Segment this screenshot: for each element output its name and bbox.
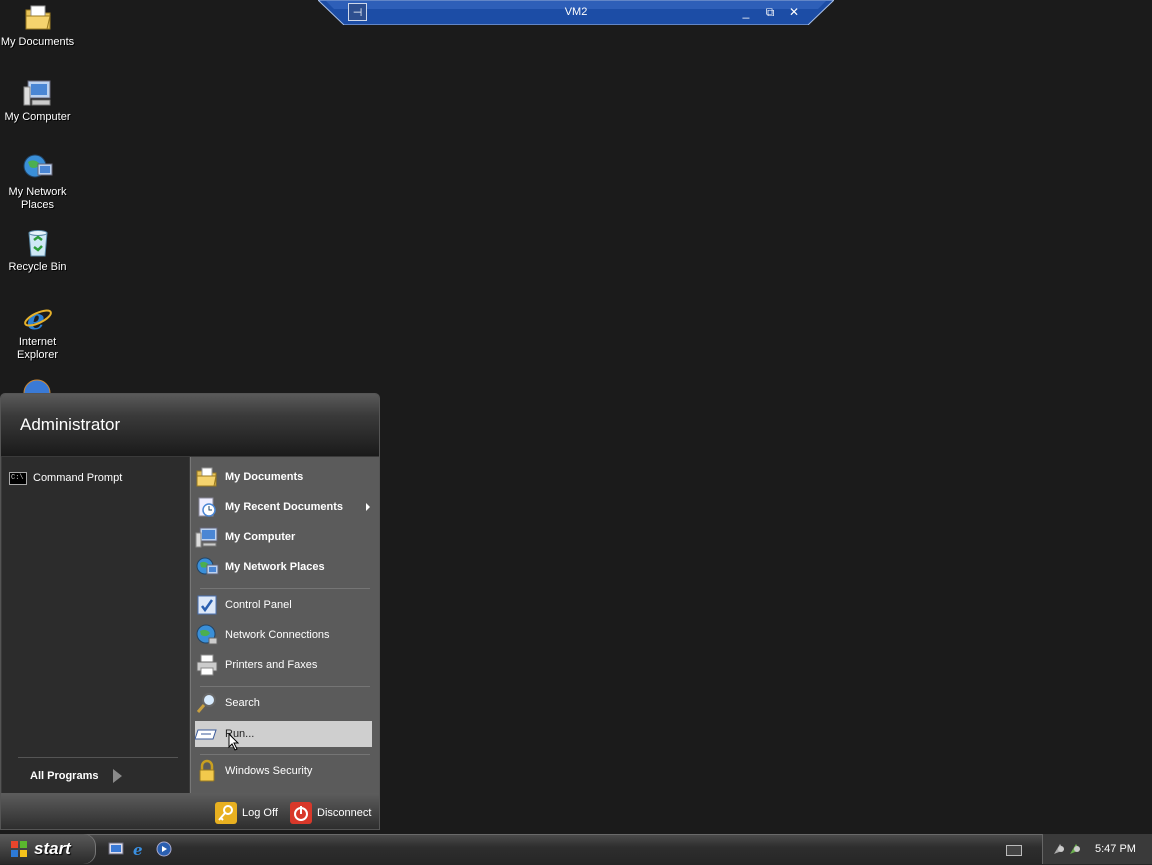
network-tray-icon[interactable]	[1052, 842, 1084, 856]
menu-item-my-computer[interactable]: My Computer	[195, 524, 372, 550]
desktop-icon-label: My Computer	[4, 111, 71, 123]
menu-item-control-panel[interactable]: Control Panel	[195, 592, 372, 618]
key-icon	[215, 802, 237, 824]
my-computer-icon	[22, 77, 54, 109]
menu-item-label: My Computer	[225, 531, 296, 543]
menu-item-label: Windows Security	[225, 765, 313, 777]
my-network-places-icon	[22, 152, 54, 184]
clock[interactable]: 5:47 PM	[1095, 843, 1136, 855]
menu-item-label: Search	[225, 697, 260, 709]
menu-item-run[interactable]: Run...	[194, 721, 372, 747]
desktop-icon-my-documents[interactable]: My Documents	[0, 2, 75, 49]
arrow-right-icon	[113, 769, 123, 783]
desktop-icon-label: Recycle Bin	[8, 261, 67, 273]
remote-session-title: VM2	[564, 6, 588, 18]
desktop-icon-label: Internet Explorer	[17, 336, 58, 361]
desktop-icon-recycle-bin[interactable]: Recycle Bin	[0, 227, 75, 274]
log-off-label: Log Off	[242, 807, 278, 819]
restore-button[interactable]: ⧉	[762, 4, 778, 20]
control-panel-icon	[195, 593, 219, 617]
pinned-item-label: Command Prompt	[33, 472, 123, 484]
menu-item-network-connections[interactable]: Network Connections	[195, 622, 372, 648]
divider	[200, 686, 370, 687]
run-icon	[194, 722, 219, 746]
desktop-icon-my-network-places[interactable]: My Network Places	[0, 152, 75, 212]
search-icon	[195, 691, 219, 715]
menu-item-label: Printers and Faxes	[225, 659, 318, 671]
menu-item-printers-and-faxes[interactable]: Printers and Faxes	[195, 652, 372, 678]
desktop-icon-label: My Documents	[0, 36, 75, 48]
command-prompt-icon: C:\	[9, 471, 27, 485]
internet-explorer-icon: e	[22, 302, 54, 336]
internet-explorer-icon[interactable]: e	[132, 841, 148, 859]
divider	[18, 757, 178, 758]
menu-item-label: My Recent Documents	[225, 501, 343, 513]
taskbar	[0, 834, 1152, 865]
menu-item-label: My Documents	[225, 471, 304, 483]
remote-desktop-bar[interactable]: ⊣ VM2 _ ⧉ ✕	[318, 0, 834, 25]
lock-icon	[195, 759, 219, 783]
user-name: Administrator	[20, 415, 121, 434]
log-off-button[interactable]: Log Off	[215, 801, 278, 825]
menu-item-my-recent-documents[interactable]: My Recent Documents	[195, 494, 372, 520]
menu-item-my-network-places[interactable]: My Network Places	[195, 554, 372, 580]
start-button[interactable]: start	[0, 834, 96, 864]
menu-item-label: My Network Places	[225, 561, 325, 573]
menu-item-search[interactable]: Search	[195, 690, 372, 716]
mouse-cursor-icon	[228, 732, 240, 756]
divider	[200, 754, 370, 755]
all-programs-button[interactable]: All Programs	[30, 769, 123, 783]
menu-item-label: Control Panel	[225, 599, 292, 611]
windows-logo-icon	[10, 840, 28, 858]
menu-item-label: Network Connections	[225, 629, 330, 641]
pinned-programs-pane	[2, 457, 189, 793]
disconnect-button[interactable]: Disconnect	[290, 801, 371, 825]
recycle-bin-icon	[22, 227, 54, 259]
pinned-item-command-prompt[interactable]: C:\ Command Prompt	[9, 469, 122, 487]
disconnect-label: Disconnect	[317, 807, 372, 819]
media-player-icon[interactable]	[156, 841, 172, 857]
my-documents-icon	[22, 2, 54, 34]
recent-documents-icon	[195, 495, 219, 519]
my-documents-icon	[195, 465, 219, 489]
submenu-arrow-icon	[366, 503, 370, 511]
start-label: start	[34, 839, 71, 858]
divider	[200, 588, 370, 589]
menu-item-my-documents[interactable]: My Documents	[195, 464, 372, 490]
svg-text:e: e	[27, 303, 45, 334]
show-desktop-icon[interactable]	[108, 841, 124, 857]
desktop-icon-internet-explorer[interactable]: e Internet Explorer	[0, 302, 75, 362]
network-connections-icon	[195, 623, 219, 647]
svg-text:e: e	[133, 841, 143, 857]
close-button[interactable]: ✕	[786, 4, 802, 20]
desktop-icon-label: My Network Places	[8, 186, 67, 211]
my-network-places-icon	[195, 555, 219, 579]
my-computer-icon	[195, 525, 219, 549]
all-programs-label: All Programs	[30, 770, 99, 782]
desktop-icon-my-computer[interactable]: My Computer	[0, 77, 75, 124]
start-menu-header: Administrator	[1, 394, 379, 456]
keyboard-icon[interactable]	[1006, 845, 1022, 856]
power-icon	[290, 802, 312, 824]
menu-item-windows-security[interactable]: Windows Security	[195, 758, 372, 784]
minimize-button[interactable]: _	[738, 4, 754, 20]
printers-faxes-icon	[195, 653, 219, 677]
partial-desktop-icon	[22, 378, 52, 394]
